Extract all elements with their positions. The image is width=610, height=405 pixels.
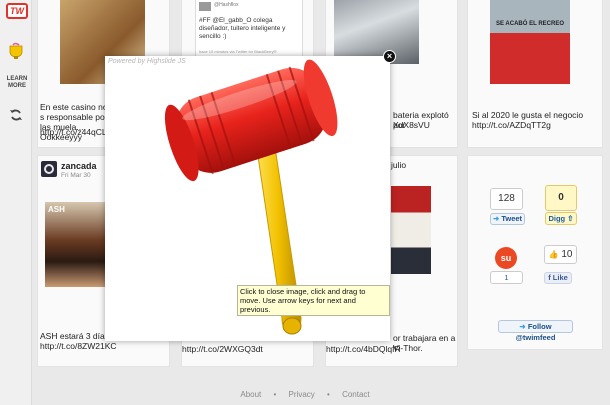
footer-separator: • (327, 390, 330, 399)
tweet-text: #FF @El_gabb_O colega diseñador, tuitero… (199, 17, 286, 40)
card-recreo: SE ACABÓ EL RECREO Si al 2020 le gusta e… (467, 0, 603, 148)
tweet-count: 128 (490, 188, 523, 210)
tweet-via: hace 10 minutos via Twitter for BlackBer… (199, 49, 277, 54)
close-icon[interactable]: × (383, 50, 396, 63)
stumbleupon-icon[interactable]: su (495, 247, 517, 269)
tweet-button[interactable]: ➜ Tweet (490, 213, 525, 225)
twimfeed-logo[interactable]: TW (6, 3, 28, 19)
middle-link[interactable]: http://t.co/2WXGQ3dt (182, 344, 263, 354)
stumble-count: 1 (490, 271, 523, 284)
footer-separator: • (273, 390, 277, 399)
battery-photo[interactable] (334, 0, 419, 64)
refresh-icon[interactable] (9, 108, 23, 122)
recreo-link[interactable]: http://t.co/AZDqTT2g (472, 120, 551, 130)
cup-icon[interactable] (7, 42, 25, 60)
book-cover-photo[interactable]: SE ACABÓ EL RECREO (490, 0, 570, 84)
vithor-photo[interactable] (391, 186, 431, 274)
tweet-author: @Hashflox (214, 2, 239, 8)
viewer-caption: Click to close image, click and drag to … (237, 285, 390, 316)
fashion-photo[interactable]: ASH (45, 202, 105, 287)
facebook-icon: f (548, 273, 551, 282)
digg-arrow-icon: ⇧ (567, 214, 574, 223)
zancada-username[interactable]: zancada (61, 161, 97, 171)
ash-link[interactable]: http://t.co/8ZW21KC (40, 341, 117, 351)
like-count: 10 (561, 249, 573, 260)
digg-button[interactable]: Digg ⇧ (545, 212, 577, 225)
left-sidebar: TW LEARN MORE (0, 0, 32, 405)
follow-button[interactable]: ➜ Follow @twimfeed (498, 320, 573, 342)
zancada-date: Fri Mar 30 (61, 172, 91, 179)
like-button-label: Like (552, 273, 568, 282)
share-panel: 128 ➜ Tweet 0 Digg ⇧ su 1 👍 10 f Like ➜ … (467, 155, 603, 350)
casino-link[interactable]: http://t.co/z44qCLW (40, 127, 114, 137)
footer: About • Privacy • Contact (0, 390, 610, 399)
tweet-button-label: Tweet (501, 214, 523, 223)
learn-more-link[interactable]: LEARN MORE (4, 76, 30, 90)
vithor-text: or trabajara en a Vi-Thor. (393, 333, 456, 353)
battery-link[interactable]: XdX8sVU (393, 120, 430, 130)
twitter-bird-icon: ➜ (492, 214, 500, 223)
twitter-follow-icon: ➜ (519, 322, 526, 331)
thumbs-up-icon: 👍 (548, 250, 559, 259)
card-tweet-screenshot: @Hashflox #FF @El_gabb_O colega diseñado… (181, 0, 314, 58)
zancada-avatar[interactable] (41, 161, 57, 177)
like-count-box: 👍 10 (544, 245, 577, 264)
tweet-avatar (199, 2, 211, 11)
footer-about-link[interactable]: About (240, 390, 261, 399)
digg-count: 0 (545, 185, 577, 211)
footer-contact-link[interactable]: Contact (342, 390, 370, 399)
julio-text: julio (391, 160, 407, 170)
like-button[interactable]: f Like (544, 272, 572, 284)
digg-button-label: Digg (548, 214, 566, 223)
vithor-link[interactable]: http://t.co/4bDQlqfR (326, 344, 401, 354)
book-title: SE ACABÓ EL RECREO (495, 21, 564, 27)
footer-privacy-link[interactable]: Privacy (289, 390, 315, 399)
tweet-screenshot[interactable]: @Hashflox #FF @El_gabb_O colega diseñado… (195, 0, 303, 57)
recreo-text: Si al 2020 le gusta el negocio (472, 110, 584, 120)
